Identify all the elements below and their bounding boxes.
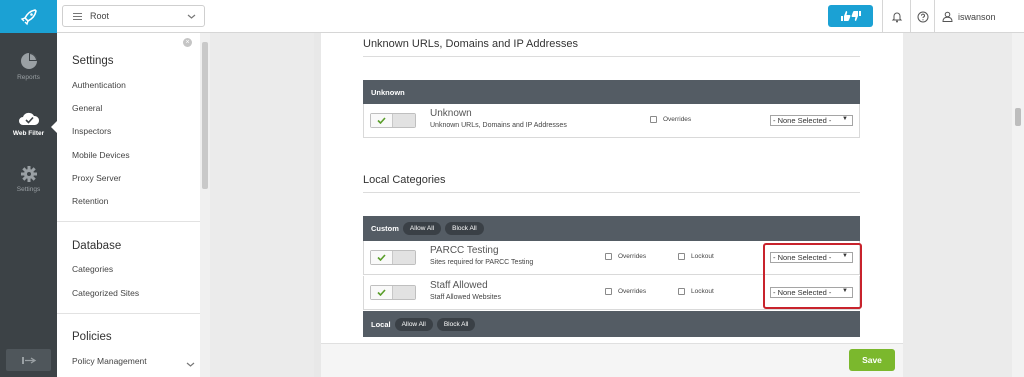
sidebar-item-categorized-sites[interactable]: Categorized Sites bbox=[72, 288, 139, 298]
sidebar-item-retention[interactable]: Retention bbox=[72, 196, 108, 206]
category-subtitle: Staff Allowed Websites bbox=[430, 294, 501, 301]
topbar-divider bbox=[882, 0, 883, 33]
category-row-unknown: Unknown Unknown URLs, Domains and IP Add… bbox=[363, 104, 860, 138]
main-gutter-right bbox=[903, 33, 1012, 377]
sidebar-item-categories[interactable]: Categories bbox=[72, 264, 113, 274]
main-gutter bbox=[210, 33, 314, 377]
section-divider bbox=[363, 192, 860, 193]
settings-sidebar: × Settings Authentication General Inspec… bbox=[57, 33, 200, 377]
policies-heading: Policies bbox=[72, 331, 112, 343]
overrides-label: Overrides bbox=[618, 288, 647, 295]
policy-select-value: - None Selected - bbox=[773, 116, 832, 125]
category-title: Unknown bbox=[430, 108, 472, 119]
local-panel-header: Local Allow All Block All bbox=[363, 311, 860, 337]
local-section-title: Local Categories bbox=[363, 174, 446, 186]
sidebar-item-general[interactable]: General bbox=[72, 103, 102, 113]
nav-web-filter-label: Web Filter bbox=[12, 130, 45, 137]
nav-settings[interactable]: Settings bbox=[0, 165, 57, 193]
pie-chart-icon bbox=[0, 51, 57, 71]
settings-heading: Settings bbox=[72, 55, 114, 67]
help-icon[interactable] bbox=[914, 8, 931, 25]
chevron-down-icon bbox=[187, 12, 196, 22]
cloud-check-icon bbox=[0, 110, 57, 127]
feedback-thumbs-button[interactable] bbox=[828, 5, 873, 27]
custom-panel-header: Custom Allow All Block All bbox=[363, 216, 860, 241]
check-icon bbox=[371, 286, 393, 299]
root-select[interactable]: Root bbox=[62, 5, 205, 27]
allow-toggle[interactable] bbox=[370, 113, 416, 128]
check-icon bbox=[371, 251, 393, 264]
category-subtitle: Unknown URLs, Domains and IP Addresses bbox=[430, 122, 567, 129]
check-icon bbox=[371, 114, 393, 127]
close-icon[interactable]: × bbox=[183, 38, 192, 47]
category-title: PARCC Testing bbox=[430, 245, 499, 256]
local-panel-title: Local bbox=[371, 319, 391, 329]
bell-icon[interactable] bbox=[888, 8, 905, 25]
chevron-down-icon[interactable] bbox=[186, 355, 195, 373]
main-scrollbar-thumb[interactable] bbox=[1015, 108, 1021, 126]
thumbs-up-down-icon bbox=[840, 11, 861, 21]
user-icon bbox=[942, 11, 953, 22]
user-menu[interactable]: iswanson bbox=[942, 8, 996, 25]
sidebar-divider bbox=[57, 221, 200, 222]
sidebar-divider bbox=[57, 313, 200, 314]
overrides-checkbox[interactable]: Overrides bbox=[605, 253, 646, 260]
block-all-button[interactable]: Block All bbox=[436, 317, 476, 331]
block-all-button[interactable]: Block All bbox=[445, 222, 484, 235]
sidebar-item-proxy-server[interactable]: Proxy Server bbox=[72, 173, 121, 183]
unknown-panel-header: Unknown bbox=[363, 80, 860, 104]
rocket-logo-icon[interactable] bbox=[0, 0, 57, 33]
allow-all-button[interactable]: Allow All bbox=[402, 222, 442, 235]
unknown-section-title: Unknown URLs, Domains and IP Addresses bbox=[363, 38, 579, 50]
root-select-value: Root bbox=[90, 11, 110, 21]
category-title: Staff Allowed bbox=[430, 280, 488, 291]
left-nav: Reports Web Filter Settings bbox=[0, 33, 57, 377]
select-arrow-icon: ▼ bbox=[842, 116, 848, 122]
username: iswanson bbox=[958, 11, 996, 22]
nav-web-filter[interactable]: Web Filter bbox=[0, 110, 57, 137]
lockout-checkbox[interactable]: Lockout bbox=[678, 253, 714, 260]
section-divider bbox=[363, 56, 860, 57]
overrides-label: Overrides bbox=[618, 253, 647, 260]
overrides-checkbox[interactable]: Overrides bbox=[650, 116, 691, 123]
sidebar-item-authentication[interactable]: Authentication bbox=[72, 80, 126, 90]
allow-all-button[interactable]: Allow All bbox=[394, 317, 433, 331]
footer-bar bbox=[321, 343, 903, 377]
collapse-nav-button[interactable] bbox=[6, 349, 51, 371]
highlight-annotation bbox=[763, 243, 862, 309]
top-bar: Root iswanson bbox=[0, 0, 1024, 33]
policy-select[interactable]: - None Selected - ▼ bbox=[770, 115, 853, 126]
list-lines-icon bbox=[73, 11, 82, 22]
allow-toggle[interactable] bbox=[370, 250, 416, 265]
sidebar-scrollbar-thumb[interactable] bbox=[202, 42, 208, 189]
database-heading: Database bbox=[72, 240, 122, 252]
unknown-panel-title: Unknown bbox=[371, 87, 405, 97]
topbar-divider bbox=[934, 0, 935, 33]
overrides-label: Overrides bbox=[663, 116, 692, 123]
allow-toggle[interactable] bbox=[370, 285, 416, 300]
sidebar-item-mobile-devices[interactable]: Mobile Devices bbox=[72, 150, 130, 160]
topbar-divider bbox=[910, 0, 911, 33]
custom-panel-title: Custom bbox=[371, 224, 399, 233]
sidebar-item-inspectors[interactable]: Inspectors bbox=[72, 126, 111, 136]
category-subtitle: Sites required for PARCC Testing bbox=[430, 259, 534, 266]
collapse-arrow-icon bbox=[21, 356, 36, 364]
main-scrollbar[interactable] bbox=[1012, 33, 1024, 377]
lockout-label: Lockout bbox=[691, 253, 714, 260]
save-button[interactable]: Save bbox=[849, 349, 895, 371]
lockout-label: Lockout bbox=[691, 288, 714, 295]
nav-reports-label: Reports bbox=[17, 74, 40, 81]
lockout-checkbox[interactable]: Lockout bbox=[678, 288, 714, 295]
gear-icon bbox=[0, 165, 57, 183]
sidebar-item-policy-management[interactable]: Policy Management bbox=[72, 356, 147, 366]
nav-settings-label: Settings bbox=[16, 186, 41, 193]
overrides-checkbox[interactable]: Overrides bbox=[605, 288, 646, 295]
nav-reports[interactable]: Reports bbox=[0, 51, 57, 81]
